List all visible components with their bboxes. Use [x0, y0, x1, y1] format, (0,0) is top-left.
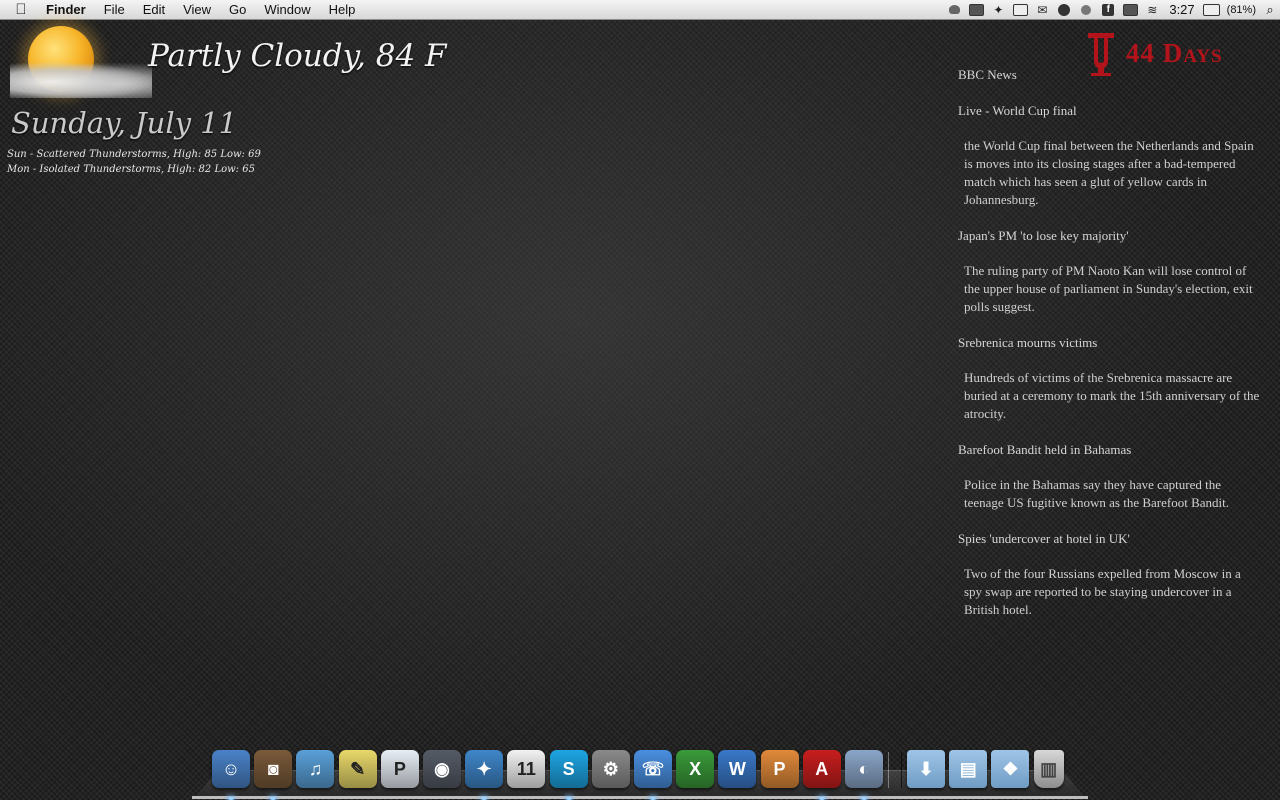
menu-help[interactable]: Help [320, 0, 365, 19]
word-icon[interactable]: W [718, 750, 757, 788]
dropbox-folder-icon[interactable]: ❖ [991, 750, 1030, 788]
menu-bar:  Finder File Edit View Go Window Help ✦… [0, 0, 1280, 20]
battery-percent[interactable]: (81%) [1223, 4, 1260, 16]
news-summary: Hundreds of victims of the Srebrenica ma… [964, 370, 1260, 421]
downloads-folder-icon[interactable]: ⬇ [907, 750, 946, 788]
system-preferences-icon[interactable]: ⚙ [591, 750, 630, 788]
display-icon[interactable] [1121, 0, 1139, 19]
terminal-icon[interactable] [967, 0, 985, 19]
apple-icon[interactable]:  [0, 0, 42, 19]
menu-clock[interactable]: 3:27 [1163, 2, 1200, 17]
battery-icon[interactable] [1203, 0, 1221, 19]
menu-go[interactable]: Go [220, 0, 255, 19]
cloud-icon [10, 62, 152, 98]
news-item: Spies 'undercover at hotel in UK' Two of… [958, 530, 1268, 619]
ichat-icon[interactable]: ☏ [633, 750, 672, 800]
iphoto-icon[interactable]: ◙ [254, 750, 293, 800]
facebook-icon[interactable]: f [1099, 0, 1117, 19]
news-feed: BBC News Live - World Cup final the Worl… [958, 66, 1268, 619]
partly-cloudy-icon [6, 20, 156, 104]
steam-icon[interactable]: ◉ [423, 750, 462, 788]
growl-icon[interactable] [945, 0, 963, 19]
safari-icon[interactable]: ✦ [465, 750, 504, 800]
istat-icon[interactable] [1077, 0, 1095, 19]
skype-icon[interactable]: S [549, 750, 588, 800]
spotlight-icon[interactable]: ⌕ [1260, 2, 1280, 18]
news-item: Barefoot Bandit held in Bahamas Police i… [958, 441, 1268, 512]
news-source[interactable]: BBC News [958, 66, 1268, 84]
itunes-icon[interactable]: ♫ [296, 750, 335, 788]
trash-icon[interactable]: ▥ [1033, 750, 1064, 788]
menu-view[interactable]: View [174, 0, 220, 19]
weather-forecast: Sun - Scattered Thunderstorms, High: 85 … [7, 147, 261, 177]
news-headline[interactable]: Japan's PM 'to lose key majority' [958, 227, 1268, 245]
weather-condition: Partly Cloudy, 84 F [148, 38, 447, 74]
forecast-line: Sun - Scattered Thunderstorms, High: 85 … [7, 149, 261, 160]
dock-separator [888, 752, 902, 788]
stickies-icon[interactable]: ✎ [338, 750, 377, 788]
news-summary: Police in the Bahamas say they have capt… [964, 477, 1229, 510]
menu-file[interactable]: File [95, 0, 134, 19]
finder-icon[interactable]: ☺ [212, 750, 251, 800]
ical-icon[interactable]: 11 [507, 750, 546, 788]
news-item: Japan's PM 'to lose key majority' The ru… [958, 227, 1268, 316]
forecast-line: Mon - Isolated Thunderstorms, High: 82 L… [7, 164, 255, 175]
preview-icon[interactable]: ◐ [844, 750, 883, 800]
pages-icon[interactable]: P [380, 750, 419, 788]
weather-date: Sunday, July 11 [11, 106, 238, 140]
menu-app-finder[interactable]: Finder [42, 0, 95, 19]
soccer-icon[interactable] [1055, 0, 1073, 19]
news-summary: the World Cup final between the Netherla… [964, 138, 1254, 207]
adobe-reader-icon[interactable]: A [802, 750, 841, 800]
news-item: Srebrenica mourns victims Hundreds of vi… [958, 334, 1268, 423]
news-headline[interactable]: Barefoot Bandit held in Bahamas [958, 441, 1268, 459]
news-summary: The ruling party of PM Naoto Kan will lo… [964, 263, 1253, 314]
calendar-icon[interactable] [1011, 0, 1029, 19]
news-summary: Two of the four Russians expelled from M… [964, 566, 1241, 617]
news-headline[interactable]: Srebrenica mourns victims [958, 334, 1268, 352]
menu-edit[interactable]: Edit [134, 0, 174, 19]
wifi-icon[interactable]: ≋ [1143, 0, 1161, 19]
dock: ☺ ◙ ♫ ✎ P ◉ ✦ 11 S ⚙ ☏ X W P A ◐ ⬇ ▤ ❖ ▥ [210, 744, 1066, 800]
news-headline[interactable]: Live - World Cup final [958, 102, 1268, 120]
news-headline[interactable]: Spies 'undercover at hotel in UK' [958, 530, 1268, 548]
news-item: Live - World Cup final the World Cup fin… [958, 102, 1268, 209]
countdown-text: 44 Days [1126, 37, 1223, 68]
mail-icon[interactable]: ✉ [1033, 0, 1051, 19]
dock-base [192, 796, 1088, 799]
powerpoint-icon[interactable]: P [760, 750, 799, 788]
menu-window[interactable]: Window [255, 0, 319, 19]
documents-folder-icon[interactable]: ▤ [949, 750, 988, 788]
excel-icon[interactable]: X [676, 750, 715, 788]
dropbox-icon[interactable]: ✦ [989, 0, 1007, 19]
